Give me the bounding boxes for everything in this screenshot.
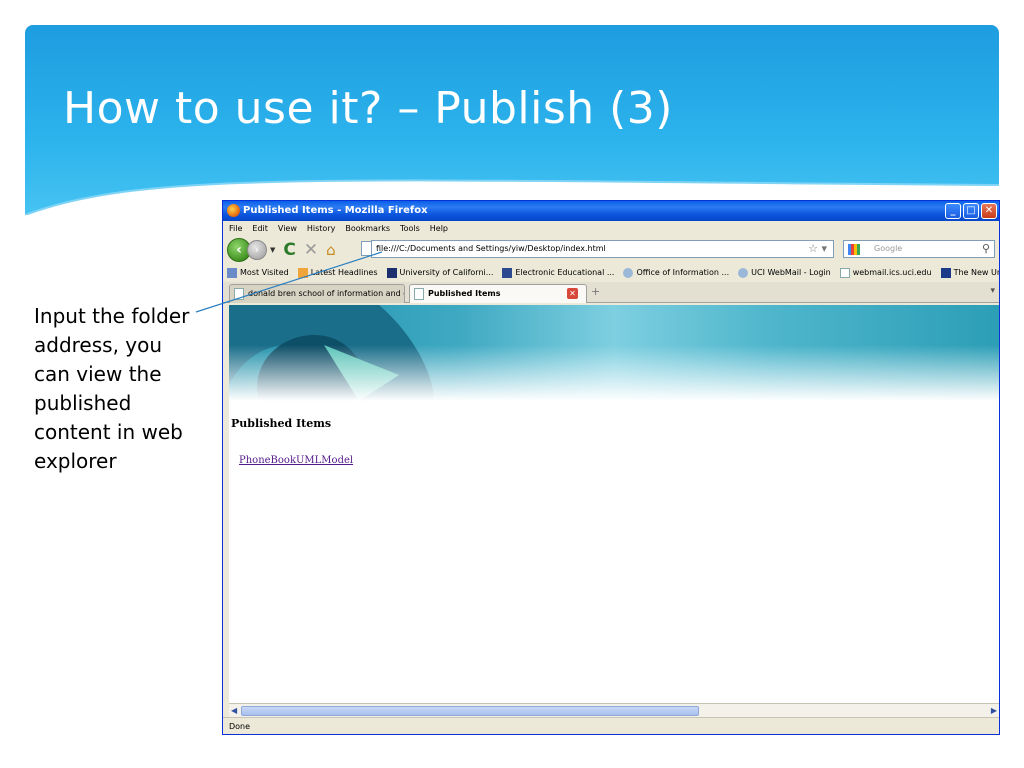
window-title: Published Items - Mozilla Firefox (243, 205, 428, 216)
menu-help[interactable]: Help (430, 221, 448, 236)
scroll-right-icon[interactable]: ▶ (991, 704, 997, 718)
horizontal-scrollbar[interactable]: ◀ ▶ (229, 703, 999, 717)
menu-history[interactable]: History (307, 221, 335, 236)
menu-tools[interactable]: Tools (400, 221, 420, 236)
tab-list-icon[interactable]: ▾ (990, 286, 995, 296)
webmail-icon (738, 268, 749, 278)
scroll-thumb[interactable] (241, 706, 699, 716)
menu-file[interactable]: File (229, 221, 242, 236)
bookmark-uci-webmail[interactable]: UCI WebMail - Login (738, 264, 831, 282)
new-tab-icon[interactable]: + (591, 285, 600, 298)
search-icon[interactable]: ⚲ (982, 241, 990, 257)
search-input[interactable]: Google ⚲ (843, 240, 995, 258)
bookmark-star-icon[interactable]: ☆ ▾ (808, 242, 827, 256)
page-heading: Published Items (231, 417, 332, 430)
menu-bookmarks[interactable]: Bookmarks (345, 221, 390, 236)
page-content: Published Items PhoneBookUMLModel (229, 305, 999, 703)
tab-bar: donald bren school of information and c.… (223, 282, 999, 303)
page-icon (839, 268, 850, 278)
menu-bar: File Edit View History Bookmarks Tools H… (223, 221, 999, 236)
minimize-button[interactable]: _ (945, 203, 961, 219)
bookmarks-toolbar: Most Visited Latest Headlines University… (223, 264, 999, 282)
minimize-icon: _ (950, 205, 956, 216)
uci-icon (386, 268, 397, 278)
google-icon[interactable] (848, 244, 860, 255)
bookmark-uc[interactable]: University of Californi... (386, 264, 493, 282)
tab-close-icon[interactable]: ✕ (567, 288, 578, 299)
bookmark-most-visited[interactable]: Most Visited (227, 264, 289, 282)
window-controls: _ □ ✕ (945, 203, 997, 219)
bookmark-office-information[interactable]: Office of Information ... (623, 264, 729, 282)
firefox-icon (227, 204, 240, 217)
url-input[interactable]: file:///C:/Documents and Settings/yiw/De… (371, 240, 834, 258)
banner-swoosh (229, 305, 434, 401)
phonebook-link[interactable]: PhoneBookUMLModel (239, 455, 353, 466)
navigation-toolbar: ‹ › ▼ C ✕ ⌂ file:///C:/Documents and Set… (223, 236, 999, 264)
new-university-icon (940, 268, 951, 278)
status-bar: Done (223, 717, 999, 734)
menu-edit[interactable]: Edit (252, 221, 268, 236)
maximize-button[interactable]: □ (963, 203, 979, 219)
scroll-left-icon[interactable]: ◀ (231, 704, 237, 718)
page-icon (414, 288, 424, 300)
ee-icon (502, 268, 513, 278)
close-button[interactable]: ✕ (981, 203, 997, 219)
history-dropdown-icon[interactable]: ▼ (270, 246, 275, 254)
page-banner (229, 305, 999, 401)
bookmark-latest-headlines[interactable]: Latest Headlines (297, 264, 378, 282)
tab-published-items[interactable]: Published Items ✕ (409, 284, 587, 303)
rss-icon (297, 268, 308, 278)
bookmark-new-university[interactable]: The New University (940, 264, 999, 282)
back-arrow-icon: ‹ (236, 242, 242, 258)
bookmark-electronic-educational[interactable]: Electronic Educational ... (502, 264, 614, 282)
slide-header: How to use it? – Publish (3) (25, 25, 999, 215)
window-titlebar[interactable]: Published Items - Mozilla Firefox _ □ ✕ (223, 201, 999, 221)
home-icon[interactable]: ⌂ (326, 241, 336, 259)
oit-icon (623, 268, 634, 278)
url-text: file:///C:/Documents and Settings/yiw/De… (376, 244, 606, 253)
stop-icon[interactable]: ✕ (304, 240, 318, 260)
slide-caption: Input the folder address, you can view t… (34, 304, 190, 473)
forward-arrow-icon: › (254, 243, 260, 256)
tab-donald-bren[interactable]: donald bren school of information and c.… (229, 284, 405, 303)
browser-window: Published Items - Mozilla Firefox _ □ ✕ … (222, 200, 1000, 735)
most-visited-icon (227, 268, 237, 278)
search-placeholder: Google (874, 244, 903, 253)
forward-button[interactable]: › (247, 240, 267, 260)
menu-view[interactable]: View (278, 221, 297, 236)
status-text: Done (229, 722, 251, 731)
page-icon (234, 288, 244, 300)
maximize-icon: □ (966, 205, 976, 216)
bookmark-webmail-ics[interactable]: webmail.ics.uci.edu (839, 264, 932, 282)
close-icon: ✕ (984, 205, 994, 216)
reload-icon[interactable]: C (283, 240, 295, 260)
slide-title: How to use it? – Publish (3) (63, 83, 673, 134)
